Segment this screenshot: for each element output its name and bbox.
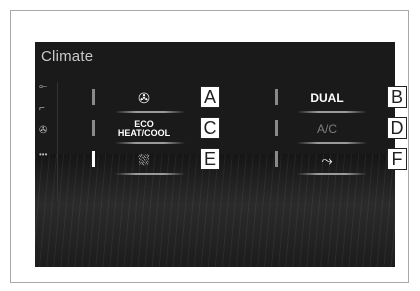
heat-cool-label: HEAT/COOL: [117, 128, 171, 138]
ac-button[interactable]: A/C: [275, 116, 379, 142]
callout-d: D: [387, 117, 407, 139]
fan-speed-button[interactable]: ✇: [92, 85, 196, 111]
sidebar: ⟜ ⌐ ✇ •••: [35, 82, 58, 202]
button-underline: [115, 111, 185, 113]
airflow-mode-icon: ⤳: [321, 151, 333, 168]
indicator-light: [92, 120, 95, 136]
windshield-defroster-icon: ⛆: [138, 151, 150, 168]
indicator-light: [92, 89, 95, 105]
dual-label: DUAL: [310, 91, 344, 105]
more-icon[interactable]: •••: [39, 150, 47, 160]
callout-e: E: [200, 148, 220, 170]
indicator-light: [275, 89, 278, 105]
button-underline: [115, 142, 185, 144]
seat-heater-icon[interactable]: ⟜: [39, 82, 47, 92]
airflow-mode-button[interactable]: ⤳: [275, 147, 379, 173]
callout-f: F: [387, 148, 407, 170]
indicator-light: [275, 120, 278, 136]
fan-icon[interactable]: ✇: [39, 126, 47, 136]
seat-fan-icon[interactable]: ⌐: [39, 104, 45, 114]
indicator-light: [92, 151, 95, 167]
dual-button[interactable]: DUAL: [275, 85, 379, 111]
callout-b: B: [387, 86, 407, 108]
eco-heat-cool-label: ECO HEAT/COOL: [118, 120, 170, 138]
indicator-light: [275, 151, 278, 167]
page-title: Climate: [41, 48, 94, 65]
button-underline: [115, 173, 185, 175]
defroster-button[interactable]: ⛆: [92, 147, 196, 173]
button-underline: [297, 173, 367, 175]
eco-heat-cool-button[interactable]: ECO HEAT/COOL: [92, 116, 196, 142]
fan-icon: ✇: [138, 89, 150, 106]
callout-a: A: [200, 86, 220, 108]
button-underline: [297, 111, 367, 113]
ac-label: A/C: [316, 122, 337, 136]
button-underline: [297, 142, 367, 144]
callout-c: C: [200, 117, 220, 139]
